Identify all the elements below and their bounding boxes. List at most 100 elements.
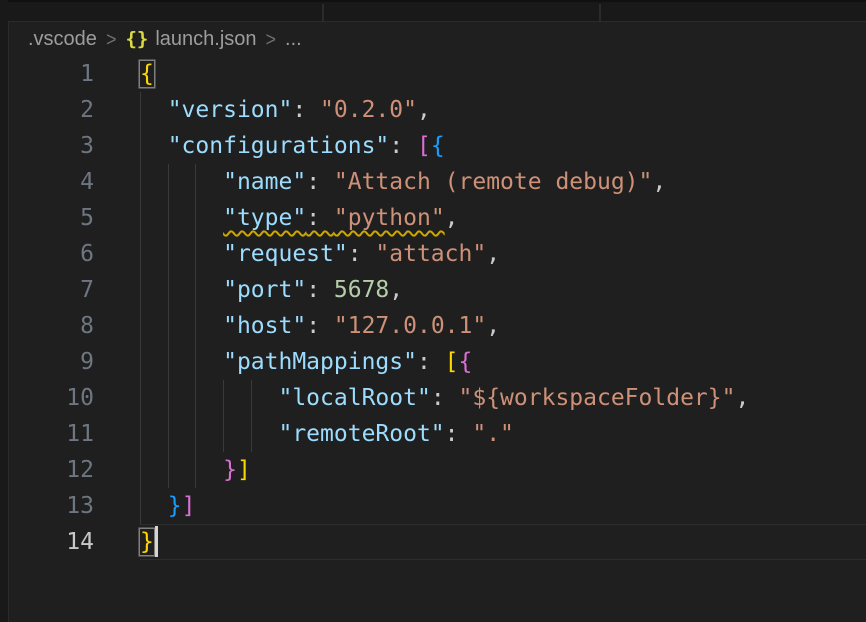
line-number[interactable]: 1 <box>8 56 94 92</box>
indent-guide <box>195 236 196 272</box>
code-line[interactable]: 5 "type": "python", <box>8 200 866 236</box>
breadcrumb-label: .vscode <box>28 28 97 50</box>
code-token: : <box>306 277 334 303</box>
code-line[interactable]: 8 "host": "127.0.0.1", <box>8 308 866 344</box>
code-token: "localRoot" <box>278 385 430 411</box>
vscode-editor-window: .vscode>{}launch.json>... 1{2 "version":… <box>0 0 866 622</box>
indent-guide <box>140 488 141 524</box>
indent-guide <box>140 92 141 128</box>
code-token <box>140 133 168 159</box>
line-number[interactable]: 13 <box>8 488 94 524</box>
code-token: { <box>459 349 473 375</box>
code-token <box>140 205 223 231</box>
tab-partial-1[interactable] <box>8 2 322 21</box>
code-token <box>140 421 278 447</box>
indent-guide <box>195 380 196 416</box>
code-text: }] <box>140 452 866 488</box>
code-line[interactable]: 13 }] <box>8 488 866 524</box>
line-number[interactable]: 8 <box>8 308 94 344</box>
code-text: "type": "python", <box>140 200 866 236</box>
code-token: : <box>417 349 445 375</box>
code-text: "version": "0.2.0", <box>140 92 866 128</box>
indent-guide <box>140 200 141 236</box>
line-number[interactable]: 3 <box>8 128 94 164</box>
indent-guide <box>140 344 141 380</box>
code-token: : <box>431 385 459 411</box>
code-token: , <box>445 205 459 231</box>
code-token: "port" <box>223 277 306 303</box>
code-line[interactable]: 9 "pathMappings": [{ <box>8 344 866 380</box>
indent-guide <box>168 380 169 416</box>
indent-guide <box>140 236 141 272</box>
code-token: , <box>652 169 666 195</box>
indent-guide <box>195 452 196 488</box>
code-text: "localRoot": "${workspaceFolder}", <box>140 380 866 416</box>
breadcrumb-item-symbol-ellipsis[interactable]: ... <box>285 28 302 51</box>
code-text: "configurations": [{ <box>140 128 866 164</box>
code-token: : <box>306 205 334 231</box>
indent-guide <box>140 416 141 452</box>
breadcrumb-label: ... <box>285 28 302 50</box>
breadcrumb-item-folder[interactable]: .vscode <box>28 28 97 51</box>
editor-tab-bar[interactable] <box>8 0 866 22</box>
code-text: }] <box>140 488 866 524</box>
code-token <box>140 97 168 123</box>
indent-guide <box>251 380 252 416</box>
code-token: "Attach (remote debug)" <box>334 169 653 195</box>
line-number[interactable]: 7 <box>8 272 94 308</box>
line-number[interactable]: 9 <box>8 344 94 380</box>
code-text: "host": "127.0.0.1", <box>140 308 866 344</box>
breadcrumb-separator-icon: > <box>257 27 286 51</box>
code-token: "version" <box>168 97 293 123</box>
code-text: "remoteRoot": "." <box>140 416 866 452</box>
code-token: , <box>486 241 500 267</box>
line-number[interactable]: 14 <box>8 524 94 560</box>
code-line[interactable]: 6 "request": "attach", <box>8 236 866 272</box>
code-line[interactable]: 2 "version": "0.2.0", <box>8 92 866 128</box>
code-token: "remoteRoot" <box>278 421 444 447</box>
code-line[interactable]: 4 "name": "Attach (remote debug)", <box>8 164 866 200</box>
code-token: : <box>306 169 334 195</box>
indent-guide <box>140 128 141 164</box>
breadcrumb-item-file[interactable]: {}launch.json <box>125 28 256 51</box>
line-number[interactable]: 12 <box>8 452 94 488</box>
code-line[interactable]: 7 "port": 5678, <box>8 272 866 308</box>
code-token: "name" <box>223 169 306 195</box>
code-line[interactable]: 14} <box>8 524 866 560</box>
indent-guide <box>168 416 169 452</box>
code-token <box>140 457 223 483</box>
code-token: "." <box>472 421 514 447</box>
code-token <box>140 277 223 303</box>
code-token <box>140 385 278 411</box>
code-token: , <box>486 313 500 339</box>
line-number[interactable]: 5 <box>8 200 94 236</box>
code-text: } <box>140 524 866 560</box>
line-number[interactable]: 6 <box>8 236 94 272</box>
code-token: : <box>389 133 417 159</box>
code-token: "pathMappings" <box>223 349 417 375</box>
code-token: "configurations" <box>168 133 390 159</box>
code-line[interactable]: 10 "localRoot": "${workspaceFolder}", <box>8 380 866 416</box>
line-number[interactable]: 2 <box>8 92 94 128</box>
code-token: "attach" <box>375 241 486 267</box>
code-line[interactable]: 3 "configurations": [{ <box>8 128 866 164</box>
code-line[interactable]: 11 "remoteRoot": "." <box>8 416 866 452</box>
code-token <box>140 493 168 519</box>
code-token: : <box>348 241 376 267</box>
tab-partial-2[interactable] <box>324 2 599 21</box>
code-token: , <box>735 385 749 411</box>
code-token: "type" <box>223 205 306 231</box>
line-number[interactable]: 4 <box>8 164 94 200</box>
indent-guide <box>140 452 141 488</box>
line-number[interactable]: 11 <box>8 416 94 452</box>
indent-guide <box>168 200 169 236</box>
indent-guide <box>168 452 169 488</box>
code-line[interactable]: 12 }] <box>8 452 866 488</box>
indent-guide <box>168 164 169 200</box>
tab-partial-3[interactable] <box>601 2 866 21</box>
indent-guide <box>140 164 141 200</box>
code-text: { <box>140 56 866 92</box>
code-editor[interactable]: 1{2 "version": "0.2.0",3 "configurations… <box>8 56 866 560</box>
line-number[interactable]: 10 <box>8 380 94 416</box>
code-line[interactable]: 1{ <box>8 56 866 92</box>
